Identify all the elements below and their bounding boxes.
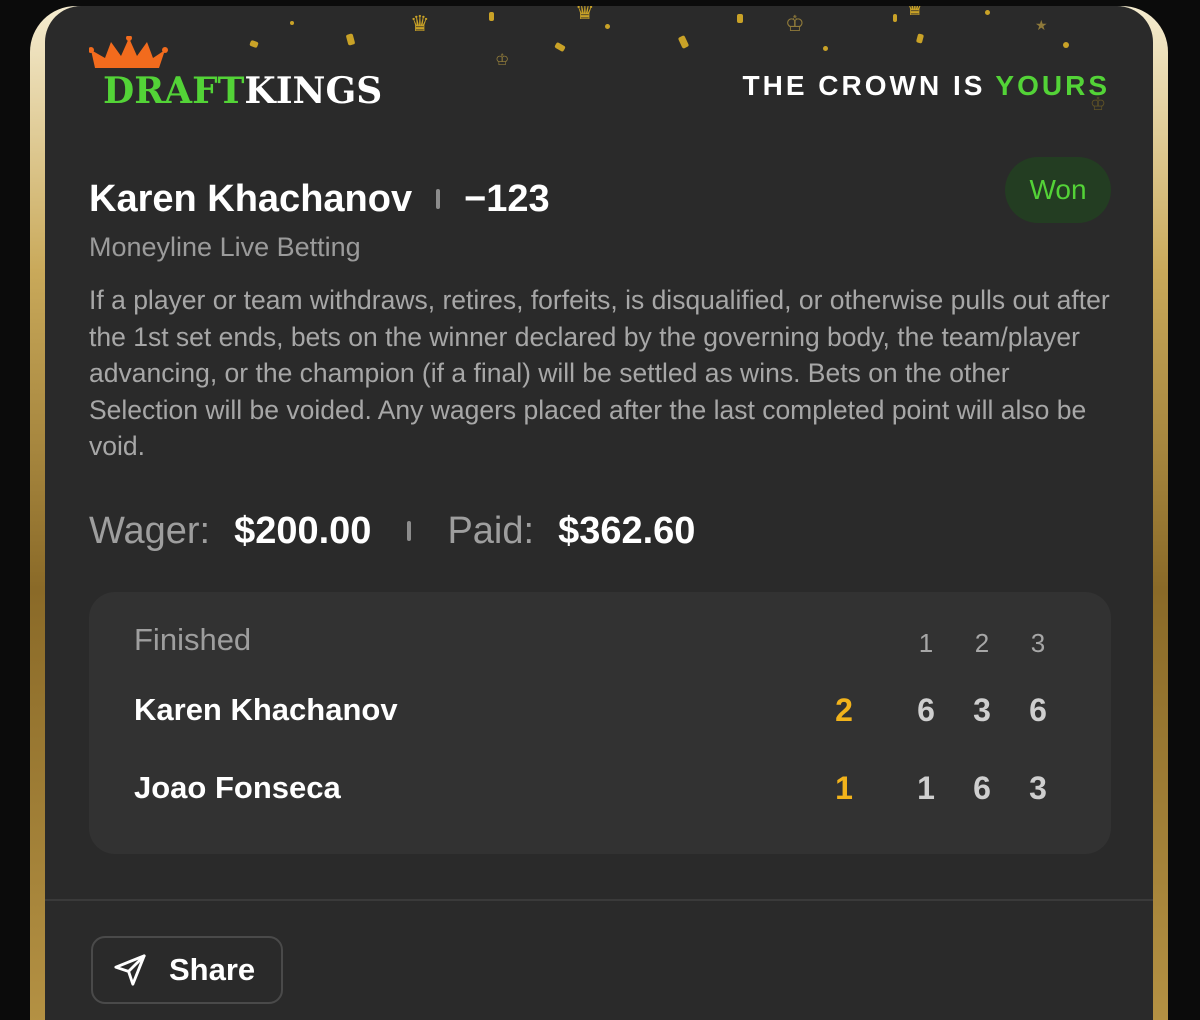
set-header-2: 2	[974, 628, 990, 658]
set-score: 6	[973, 770, 991, 806]
tagline-highlight: YOURS	[995, 70, 1110, 101]
bet-slip-screen: ♛ ♔ ♛ ♔ ★ ♔ ♛ DRAFTKINGS THE CROWN IS YO…	[0, 0, 1200, 1020]
paid-value: $362.60	[558, 509, 696, 552]
set-score: 1	[917, 770, 935, 806]
set-header-1: 1	[918, 628, 934, 658]
bet-odds: −123	[464, 177, 550, 220]
bet-title-row: Karen Khachanov −123	[89, 174, 550, 224]
player-row-name: Karen Khachanov	[134, 692, 398, 727]
set-score: 3	[973, 692, 991, 728]
bet-card: ♛ ♔ ♛ ♔ ★ ♔ ♛ DRAFTKINGS THE CROWN IS YO…	[45, 6, 1153, 1020]
share-button-label: Share	[169, 952, 256, 987]
bet-rules-text: If a player or team withdraws, retires, …	[89, 285, 1110, 461]
set-score: 3	[1029, 770, 1047, 806]
wager-label: Wager:	[89, 509, 211, 552]
bet-market: Moneyline Live Betting	[89, 232, 361, 262]
sets-won: 1	[835, 770, 853, 806]
tagline: THE CROWN IS YOURS	[743, 70, 1110, 102]
bet-amounts: Wager: $200.00 Paid: $362.60	[89, 504, 695, 558]
draftkings-logo: DRAFTKINGS	[89, 36, 419, 116]
tagline-text: THE CROWN IS	[742, 70, 986, 101]
divider	[407, 521, 412, 541]
set-score: 6	[1029, 692, 1047, 728]
match-status: Finished	[134, 622, 252, 657]
status-badge: Won	[1005, 157, 1111, 223]
logo-wordmark: DRAFTKINGS	[103, 70, 383, 112]
bet-selection: Karen Khachanov	[89, 177, 413, 220]
paid-label: Paid:	[447, 509, 535, 552]
set-score: 6	[917, 692, 935, 728]
card-header: ♛ ♔ ♛ ♔ ★ ♔ ♛ DRAFTKINGS THE CROWN IS YO…	[45, 6, 1153, 146]
divider-line	[45, 899, 1153, 901]
send-icon	[114, 954, 146, 986]
scoreboard: Finished 1 2 3 Karen Khachanov 2 6 3 6 J…	[89, 592, 1111, 854]
sets-won: 2	[835, 692, 853, 728]
player-row-name: Joao Fonseca	[134, 770, 341, 805]
wager-value: $200.00	[234, 509, 372, 552]
set-header-3: 3	[1030, 628, 1046, 658]
divider	[436, 189, 441, 209]
share-button[interactable]: Share	[91, 936, 283, 1004]
